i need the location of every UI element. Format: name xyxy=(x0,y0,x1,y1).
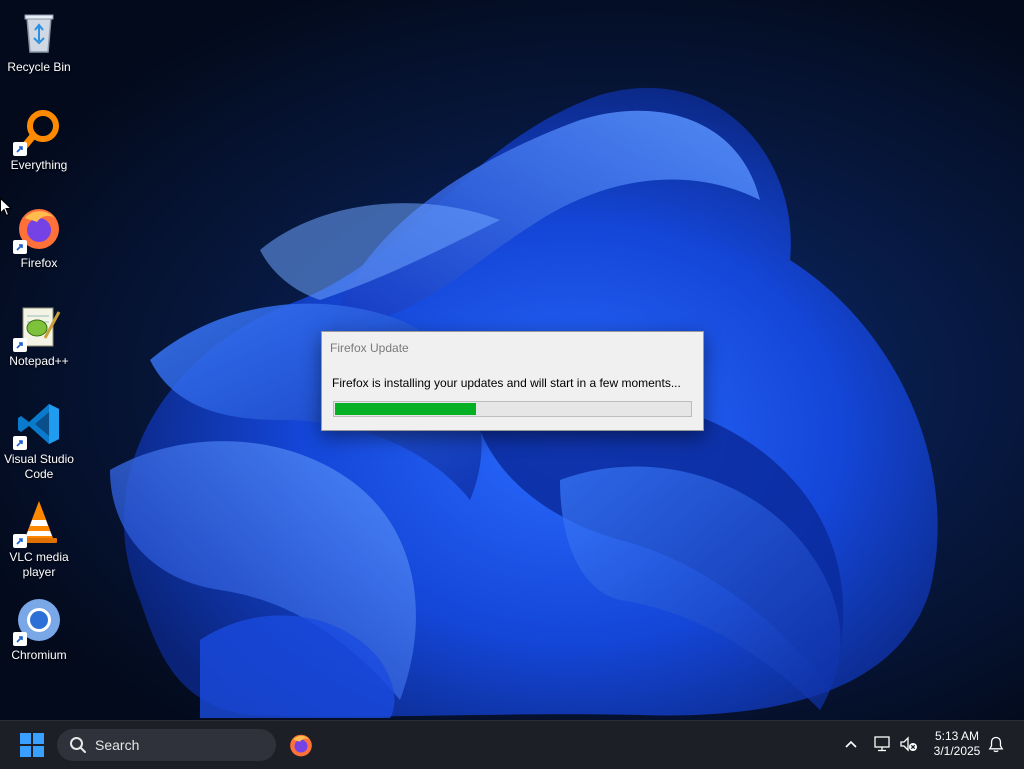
vlc-icon xyxy=(13,498,63,548)
shortcut-arrow-icon xyxy=(13,632,27,646)
network-icon xyxy=(874,736,890,752)
search-icon xyxy=(70,737,86,753)
dialog-title: Firefox Update xyxy=(330,341,409,355)
shortcut-arrow-icon xyxy=(13,240,27,254)
taskbar-firefox-button[interactable] xyxy=(284,729,318,761)
desktop-icon-label: VLC media player xyxy=(9,550,69,579)
start-button[interactable] xyxy=(14,730,50,760)
desktop-icon-vscode[interactable]: Visual Studio Code xyxy=(0,394,78,488)
clock-date: 3/1/2025 xyxy=(933,744,981,758)
taskbar: Search 5:13 AM 3/1/2025 xyxy=(0,720,1024,769)
everything-search-icon xyxy=(13,106,63,156)
desktop-icon-recycle-bin[interactable]: Recycle Bin xyxy=(0,2,78,96)
desktop-icon-label: Chromium xyxy=(11,648,67,662)
firefox-icon xyxy=(13,204,63,254)
firefox-icon xyxy=(290,734,312,757)
desktop-icon-label: Recycle Bin xyxy=(7,60,71,74)
mouse-cursor-icon xyxy=(0,198,12,217)
clock-time: 5:13 AM xyxy=(934,729,980,743)
shortcut-arrow-icon xyxy=(13,534,27,548)
desktop-icon-everything[interactable]: Everything xyxy=(0,100,78,194)
notepad-plus-plus-icon xyxy=(13,302,63,352)
desktop-icon-notepad-plus-plus[interactable]: Notepad++ xyxy=(0,296,78,390)
shortcut-arrow-icon xyxy=(13,436,27,450)
desktop-icon-vlc[interactable]: VLC media player xyxy=(0,492,78,586)
search-label: Search xyxy=(95,737,140,753)
show-hidden-icons-button[interactable] xyxy=(840,733,862,755)
firefox-update-dialog[interactable]: Firefox Update Firefox is installing you… xyxy=(321,331,704,431)
shortcut-arrow-icon xyxy=(13,142,27,156)
desktop-icon-label: Visual Studio Code xyxy=(4,452,74,481)
shortcut-arrow-icon xyxy=(13,338,27,352)
windows-logo-icon xyxy=(20,733,44,757)
recycle-bin-icon xyxy=(15,8,63,56)
progress-fill xyxy=(335,403,476,415)
desktop-icon-label: Firefox xyxy=(20,256,58,270)
volume-muted-icon xyxy=(900,736,917,752)
notifications-button[interactable] xyxy=(985,733,1007,755)
desktop-icon-label: Everything xyxy=(10,158,68,172)
taskbar-search-box[interactable]: Search xyxy=(57,729,276,761)
notification-bell-icon xyxy=(988,736,1004,752)
update-progress-bar xyxy=(333,401,692,417)
desktop-icon-label: Notepad++ xyxy=(9,354,69,368)
chevron-up-icon xyxy=(845,740,857,748)
network-button[interactable] xyxy=(872,733,894,755)
volume-button[interactable] xyxy=(898,733,920,755)
vscode-icon xyxy=(13,400,63,450)
taskbar-clock[interactable]: 5:13 AM 3/1/2025 xyxy=(922,729,992,759)
dialog-message: Firefox is installing your updates and w… xyxy=(332,376,681,390)
desktop-icon-chromium[interactable]: Chromium xyxy=(0,590,78,684)
chromium-icon xyxy=(13,596,63,646)
